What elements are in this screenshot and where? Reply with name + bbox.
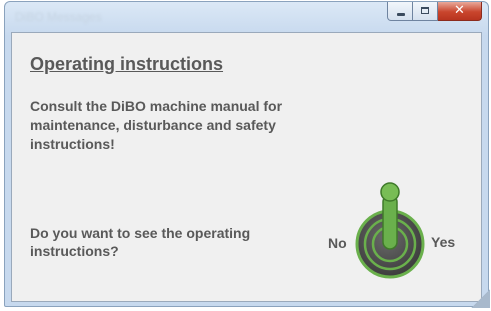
yes-no-joystick-toggle[interactable] — [355, 180, 425, 280]
close-button[interactable]: ✕ — [438, 2, 482, 21]
dialog-window: DiBO Messages ✕ Operating instructions C… — [4, 1, 490, 308]
window-title: DiBO Messages — [15, 10, 102, 24]
info-text: Consult the DiBO machine manual for main… — [30, 98, 283, 152]
minimize-icon — [397, 13, 405, 16]
maximize-button[interactable] — [413, 2, 438, 21]
joystick-icon — [355, 182, 425, 279]
page-title: Operating instructions — [30, 54, 224, 74]
maximize-icon — [421, 7, 429, 14]
question-text: Do you want to see the operating instruc… — [30, 225, 251, 259]
dialog-content: Operating instructions Consult the DiBO … — [11, 32, 482, 302]
close-icon: ✕ — [454, 3, 465, 18]
title-bar[interactable]: DiBO Messages ✕ — [5, 2, 488, 32]
no-label[interactable]: No — [328, 235, 347, 251]
minimize-button[interactable] — [387, 2, 413, 21]
window-controls: ✕ — [387, 2, 482, 22]
yes-label[interactable]: Yes — [431, 234, 455, 250]
resize-grip[interactable] — [470, 286, 490, 308]
